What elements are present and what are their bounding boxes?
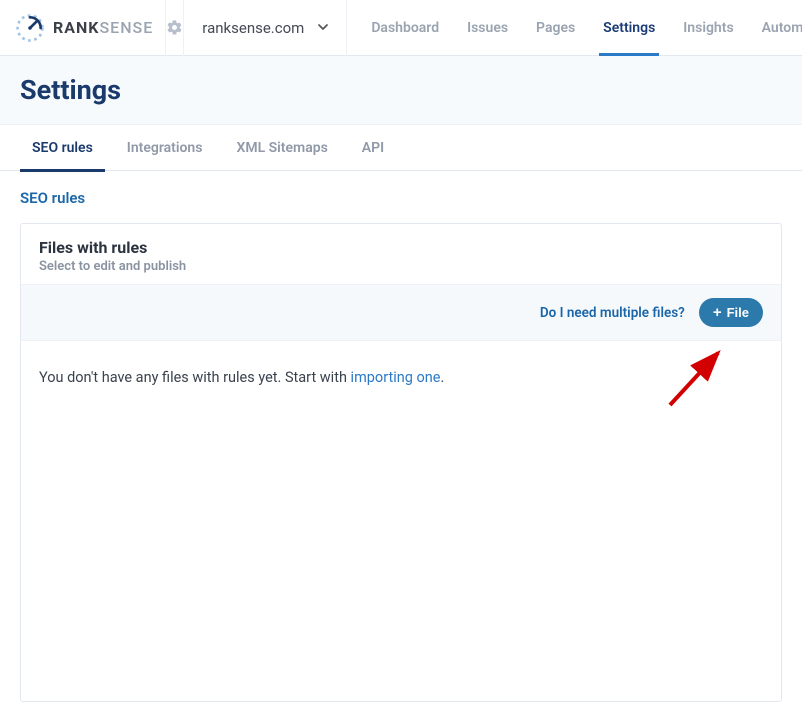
gear-icon[interactable] — [165, 0, 183, 56]
card-header: Files with rules Select to edit and publ… — [21, 224, 781, 285]
section-heading: SEO rules — [0, 171, 802, 213]
nav-issues[interactable]: Issues — [453, 0, 522, 56]
card-toolbar: Do I need multiple files? + File — [21, 285, 781, 341]
page-header: Settings — [0, 56, 802, 125]
card-subtitle: Select to edit and publish — [39, 259, 763, 274]
nav-insights[interactable]: Insights — [669, 0, 747, 56]
tab-xml-sitemaps[interactable]: XML Sitemaps — [224, 125, 339, 171]
empty-state-text: You don't have any files with rules yet.… — [39, 369, 763, 386]
page-title: Settings — [20, 74, 782, 106]
brand-logo[interactable]: RANKSENSE — [14, 12, 153, 44]
settings-tabs: SEO rules Integrations XML Sitemaps API — [0, 125, 802, 171]
tab-api[interactable]: API — [350, 125, 396, 171]
nav-settings[interactable]: Settings — [589, 0, 669, 56]
nav-dashboard[interactable]: Dashboard — [357, 0, 453, 56]
ranksense-logo-icon — [14, 12, 46, 44]
domain-name: ranksense.com — [202, 19, 304, 37]
primary-nav: Dashboard Issues Pages Settings Insights… — [357, 0, 802, 56]
add-file-button[interactable]: + File — [699, 298, 763, 327]
chevron-down-icon — [318, 21, 328, 35]
card-body: You don't have any files with rules yet.… — [21, 341, 781, 701]
multiple-files-help-link[interactable]: Do I need multiple files? — [540, 305, 685, 321]
plus-icon: + — [713, 305, 722, 320]
nav-automation[interactable]: Automation — [748, 0, 802, 56]
import-link[interactable]: importing one — [351, 369, 441, 386]
add-file-label: File — [727, 305, 749, 320]
tab-integrations[interactable]: Integrations — [115, 125, 215, 171]
top-bar: RANKSENSE ranksense.com Dashboard Issues… — [0, 0, 802, 56]
files-card: Files with rules Select to edit and publ… — [20, 223, 782, 702]
empty-prefix: You don't have any files with rules yet.… — [39, 369, 351, 386]
domain-selector[interactable]: ranksense.com — [183, 0, 347, 56]
empty-suffix: . — [440, 369, 444, 386]
card-title: Files with rules — [39, 238, 763, 257]
nav-pages[interactable]: Pages — [522, 0, 589, 56]
brand-text: RANKSENSE — [53, 18, 153, 37]
tab-seo-rules[interactable]: SEO rules — [20, 125, 105, 171]
